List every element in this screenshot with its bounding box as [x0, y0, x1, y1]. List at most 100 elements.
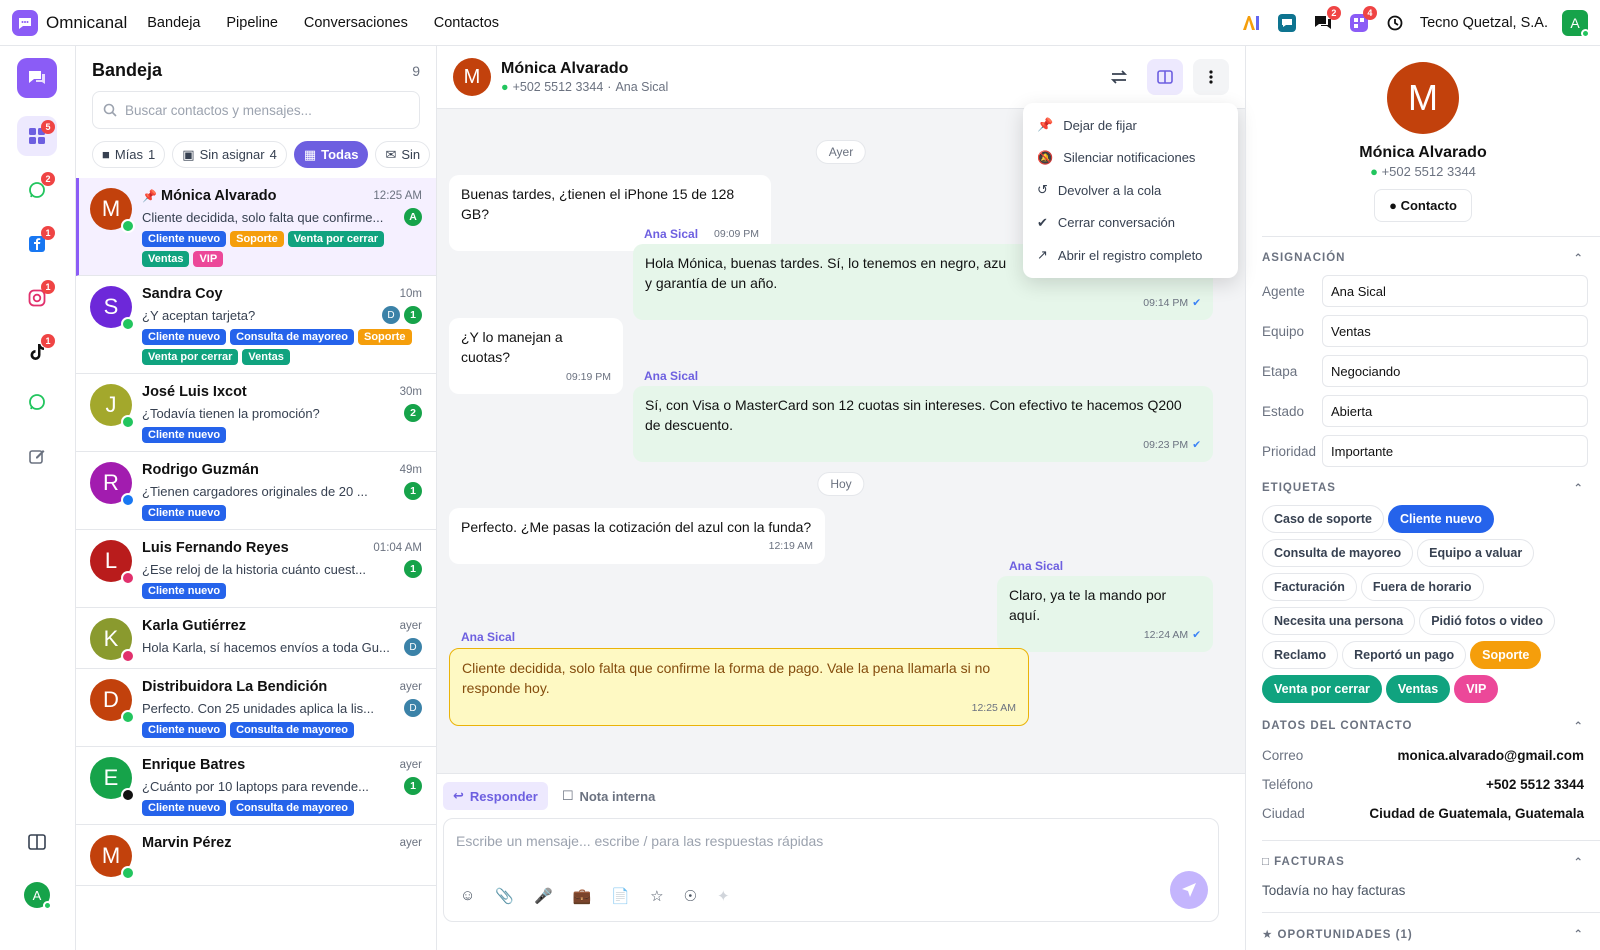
contact-field: Correo monica.alvarado@gmail.com [1262, 748, 1584, 763]
rail-whatsapp-2[interactable] [17, 382, 57, 422]
tag-pill[interactable]: Necesita una persona [1262, 607, 1416, 635]
clock-icon[interactable] [1384, 12, 1406, 34]
tag-pill[interactable]: Venta por cerrar [1262, 675, 1382, 703]
conversation-row[interactable]: L Luis Fernando Reyes 01:04 AM ¿Ese reloj… [76, 530, 436, 608]
external-link-icon: ↗ [1037, 247, 1048, 263]
catalog-icon[interactable]: 💼 [573, 887, 592, 905]
contact-large-avatar: M [1387, 62, 1459, 134]
tag-pill[interactable]: Ventas [1385, 675, 1451, 703]
company-name[interactable]: Tecno Quetzal, S.A. [1420, 15, 1548, 31]
assignment-select[interactable]: Importante [1322, 435, 1588, 467]
section-assignment[interactable]: ASIGNACIÓN ⌃ [1262, 251, 1600, 265]
send-icon [1182, 883, 1196, 897]
reply-tab[interactable]: ↩ Responder [443, 782, 548, 810]
assignment-select[interactable]: Abierta [1322, 395, 1588, 427]
conversation-row[interactable]: K Karla Gutiérrez ayer Hola Karla, sí hac… [76, 608, 436, 669]
conversation-row[interactable]: J José Luis Ixcot 30m ¿Todavía tienen la … [76, 374, 436, 452]
more-options-button[interactable] [1193, 59, 1229, 95]
tag-pill[interactable]: Consulta de mayoreo [1262, 539, 1414, 567]
instagram-badge: 1 [41, 280, 55, 294]
chip-todas[interactable]: ▦ Todas [293, 141, 369, 168]
chevron-up-icon: ⌃ [1573, 721, 1584, 733]
day-separator-ayer: Ayer [815, 140, 867, 164]
side-panel-button[interactable] [1147, 59, 1183, 95]
nav-contactos[interactable]: Contactos [434, 15, 499, 31]
whatsapp-icon [29, 394, 45, 410]
chat-widget-icon[interactable] [1276, 12, 1298, 34]
nav-bandeja[interactable]: Bandeja [147, 15, 200, 31]
tag-pill[interactable]: Cliente nuevo [1387, 505, 1494, 533]
help-icon[interactable]: ☉ [684, 887, 697, 905]
chip-mias[interactable]: ■ Mías 1 [92, 141, 166, 168]
conversation-row[interactable]: M Marvin Pérez ayer [76, 825, 436, 886]
conversation-row[interactable]: M 📌 Mónica Alvarado 12:25 AM Cliente deci… [76, 178, 436, 276]
user-icon: ■ [102, 147, 110, 162]
menu-open-record[interactable]: ↗ Abrir el registro completo [1023, 239, 1238, 272]
attach-icon[interactable]: 📎 [495, 887, 514, 905]
assignment-select[interactable]: Ana Sical [1322, 275, 1588, 307]
section-contact-data[interactable]: DATOS DEL CONTACTO ⌃ [1262, 719, 1600, 733]
unread-count: 1 [404, 777, 422, 795]
message-input[interactable]: Escribe un mensaje... escribe / para las… [443, 818, 1219, 922]
apps-icon[interactable]: 4 [1348, 5, 1377, 34]
whatsapp-icon: ● [501, 80, 509, 94]
tag-pill[interactable]: Fuera de horario [1360, 573, 1484, 601]
chip-sin-asignar[interactable]: ▣ Sin asignar 4 [172, 141, 287, 168]
menu-mute[interactable]: 🔕 Silenciar notificaciones [1023, 142, 1238, 175]
rail-whatsapp[interactable]: 2 [17, 170, 57, 210]
magic-wand-icon[interactable]: ✦ [717, 887, 730, 905]
tag: Cliente nuevo [142, 427, 227, 443]
send-button[interactable] [1170, 871, 1208, 909]
rail-inbox[interactable]: 5 [17, 116, 57, 156]
tag-pill[interactable]: VIP [1454, 675, 1499, 703]
tag-pill[interactable]: Caso de soporte [1262, 505, 1384, 533]
rail-tiktok[interactable]: 1 [17, 332, 57, 372]
tag-pill[interactable]: Equipo a valuar [1417, 539, 1535, 567]
transfer-button[interactable] [1101, 59, 1137, 95]
contact-button[interactable]: ● Contacto [1374, 189, 1472, 222]
user-icon: ● [1389, 198, 1397, 213]
rail-user-avatar[interactable]: A [24, 882, 52, 910]
tag-pill[interactable]: Reclamo [1262, 641, 1339, 669]
nav-pipeline[interactable]: Pipeline [226, 15, 278, 31]
section-opportunities[interactable]: ★ OPORTUNIDADES (1) ⌃ [1262, 927, 1600, 941]
message-incoming: Buenas tardes, ¿tienen el iPhone 15 de 1… [449, 175, 771, 251]
assignment-select[interactable]: Ventas [1322, 315, 1588, 347]
internal-note-tab[interactable]: ☐ Nota interna [562, 788, 656, 804]
rail-panel-toggle[interactable] [17, 822, 57, 862]
app-logo[interactable] [12, 9, 38, 36]
menu-return-queue[interactable]: ↺ Devolver a la cola [1023, 174, 1238, 207]
rail-instagram[interactable]: 1 [17, 278, 57, 318]
rail-facebook[interactable]: 1 [17, 224, 57, 264]
timestamp: 10m [399, 288, 422, 300]
rail-compose[interactable] [17, 436, 57, 476]
conversation-row[interactable]: E Enrique Batres ayer ¿Cuánto por 10 lapt… [76, 747, 436, 825]
tag: Cliente nuevo [142, 800, 227, 816]
nav-conversaciones[interactable]: Conversaciones [304, 15, 408, 31]
section-tags[interactable]: ETIQUETAS ⌃ [1262, 481, 1600, 495]
tag-pill[interactable]: Facturación [1262, 573, 1357, 601]
contact-avatar[interactable]: M [453, 58, 491, 96]
template-icon[interactable]: 📄 [611, 887, 630, 905]
conversation-row[interactable]: S Sandra Coy 10m ¿Y aceptan tarjeta? D 1 Cl… [76, 276, 436, 374]
ai-icon[interactable] [1240, 12, 1262, 34]
inbox-badge: 5 [41, 120, 55, 134]
messages-icon[interactable]: 2 [1312, 5, 1341, 34]
microphone-icon[interactable]: 🎤 [534, 887, 553, 905]
menu-close-conversation[interactable]: ✔ Cerrar conversación [1023, 207, 1238, 240]
assignment-select[interactable]: Negociando [1322, 355, 1588, 387]
tag-pill[interactable]: Reportó un pago [1342, 641, 1467, 669]
tag: Venta por cerrar [142, 349, 239, 365]
tag-pill[interactable]: Pidió fotos o video [1419, 607, 1556, 635]
emoji-icon[interactable]: ☺ [460, 887, 475, 905]
rail-conversations[interactable] [17, 58, 57, 98]
section-invoices[interactable]: □ FACTURAS ⌃ [1262, 855, 1600, 869]
star-icon[interactable]: ☆ [650, 887, 663, 905]
chip-sin[interactable]: ✉ Sin [375, 141, 431, 168]
conversation-row[interactable]: R Rodrigo Guzmán 49m ¿Tienen cargadores o… [76, 452, 436, 530]
conversation-row[interactable]: D Distribuidora La Bendición ayer Perfect… [76, 669, 436, 747]
menu-unpin[interactable]: 📌 Dejar de fijar [1023, 109, 1238, 142]
user-avatar[interactable]: A [1562, 9, 1590, 38]
search-input[interactable]: Buscar contactos y mensajes... [92, 91, 420, 129]
tag-pill[interactable]: Soporte [1470, 641, 1542, 669]
